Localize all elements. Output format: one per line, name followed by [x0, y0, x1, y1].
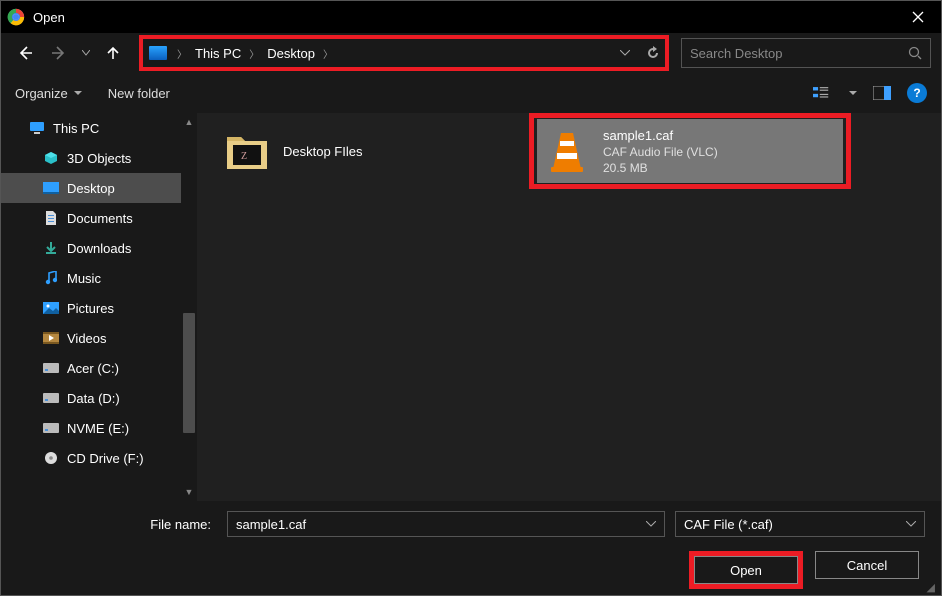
- sidebar-item-documents[interactable]: Documents: [1, 203, 197, 233]
- filename-label: File name:: [17, 517, 217, 532]
- sidebar-item-label: Documents: [67, 211, 133, 226]
- open-button[interactable]: Open: [694, 556, 798, 584]
- chevron-down-icon: [906, 521, 916, 527]
- scroll-down-icon[interactable]: ▼: [181, 483, 197, 501]
- search-input[interactable]: [690, 46, 908, 61]
- svg-text:Z: Z: [241, 151, 247, 162]
- sidebar-item-label: Music: [67, 271, 101, 286]
- sidebar-item-desktop[interactable]: Desktop: [1, 173, 197, 203]
- sidebar-item-label: Videos: [67, 331, 107, 346]
- scroll-thumb[interactable]: [183, 313, 195, 433]
- sidebar: This PC 3D Objects Desktop Documents Dow…: [1, 113, 197, 501]
- filename-input[interactable]: [236, 517, 646, 532]
- nav-row: 〉 This PC 〉 Desktop 〉: [1, 33, 941, 73]
- breadcrumb-desktop[interactable]: Desktop: [263, 42, 319, 65]
- chevron-down-icon[interactable]: [646, 521, 656, 527]
- sidebar-item-thispc[interactable]: This PC: [1, 113, 197, 143]
- app-icon: [7, 8, 25, 26]
- sidebar-item-label: Pictures: [67, 301, 114, 316]
- thispc-icon: [29, 120, 45, 136]
- toolbar: Organize New folder ?: [1, 73, 941, 113]
- organize-label: Organize: [15, 86, 68, 101]
- sidebar-item-drive-d[interactable]: Data (D:): [1, 383, 197, 413]
- footer: File name: CAF File (*.caf) Open Cancel …: [1, 501, 941, 595]
- filetype-value: CAF File (*.caf): [684, 517, 773, 532]
- sidebar-item-music[interactable]: Music: [1, 263, 197, 293]
- sidebar-item-drive-e[interactable]: NVME (E:): [1, 413, 197, 443]
- download-icon: [43, 240, 59, 256]
- address-bar[interactable]: 〉 This PC 〉 Desktop 〉: [139, 35, 669, 71]
- view-mode-icon[interactable]: [813, 82, 835, 104]
- window-title: Open: [33, 10, 895, 25]
- titlebar: Open: [1, 1, 941, 33]
- content-area: This PC 3D Objects Desktop Documents Dow…: [1, 113, 941, 501]
- file-type: CAF Audio File (VLC): [603, 145, 718, 159]
- organize-menu[interactable]: Organize: [15, 86, 82, 101]
- sidebar-item-label: Downloads: [67, 241, 131, 256]
- sidebar-item-videos[interactable]: Videos: [1, 323, 197, 353]
- file-item-folder[interactable]: Z Desktop FIles: [217, 121, 497, 181]
- search-icon[interactable]: [908, 46, 922, 60]
- pictures-icon: [43, 300, 59, 316]
- nav-up-icon[interactable]: [99, 39, 127, 67]
- folder-icon: Z: [223, 127, 271, 175]
- desktop-icon: [43, 180, 59, 196]
- drive-icon: [43, 420, 59, 436]
- close-button[interactable]: [895, 1, 941, 33]
- chevron-down-icon[interactable]: [849, 91, 857, 96]
- sidebar-item-cddrive[interactable]: CD Drive (F:): [1, 443, 197, 473]
- sidebar-item-label: Acer (C:): [67, 361, 119, 376]
- drive-icon: [43, 360, 59, 376]
- sidebar-item-label: 3D Objects: [67, 151, 131, 166]
- sidebar-scrollbar[interactable]: ▲ ▼: [181, 113, 197, 501]
- sidebar-item-drive-c[interactable]: Acer (C:): [1, 353, 197, 383]
- file-area[interactable]: Z Desktop FIles sample1.ca: [197, 113, 941, 501]
- address-dropdown-icon[interactable]: [613, 41, 637, 65]
- cancel-button[interactable]: Cancel: [815, 551, 919, 579]
- annotation-highlight: Open: [689, 551, 803, 589]
- nav-recent-dropdown-icon[interactable]: [79, 39, 93, 67]
- sidebar-item-3dobjects[interactable]: 3D Objects: [1, 143, 197, 173]
- open-dialog-window: Open 〉 This PC 〉 Desktop 〉: [0, 0, 942, 596]
- filename-combobox[interactable]: [227, 511, 665, 537]
- cube-icon: [43, 150, 59, 166]
- sidebar-item-label: CD Drive (F:): [67, 451, 144, 466]
- file-name: Desktop FIles: [283, 144, 362, 159]
- breadcrumb-thispc[interactable]: This PC: [191, 42, 245, 65]
- music-icon: [43, 270, 59, 286]
- sidebar-item-label: Data (D:): [67, 391, 120, 406]
- refresh-icon[interactable]: [641, 41, 665, 65]
- sidebar-item-pictures[interactable]: Pictures: [1, 293, 197, 323]
- chevron-right-icon: 〉: [177, 46, 187, 61]
- sidebar-item-label: NVME (E:): [67, 421, 129, 436]
- file-name: sample1.caf: [603, 128, 718, 143]
- chevron-right-icon: 〉: [249, 46, 259, 61]
- thispc-icon: [149, 46, 167, 60]
- sidebar-item-label: Desktop: [67, 181, 115, 196]
- disc-icon: [43, 450, 59, 466]
- drive-icon: [43, 390, 59, 406]
- sidebar-item-downloads[interactable]: Downloads: [1, 233, 197, 263]
- file-size: 20.5 MB: [603, 161, 718, 175]
- filetype-select[interactable]: CAF File (*.caf): [675, 511, 925, 537]
- new-folder-button[interactable]: New folder: [108, 86, 170, 101]
- nav-back-icon[interactable]: [11, 39, 39, 67]
- help-icon[interactable]: ?: [907, 83, 927, 103]
- videos-icon: [43, 330, 59, 346]
- file-item-selected[interactable]: sample1.caf CAF Audio File (VLC) 20.5 MB: [537, 119, 843, 183]
- new-folder-label: New folder: [108, 86, 170, 101]
- preview-pane-icon[interactable]: [871, 82, 893, 104]
- resize-grip-icon[interactable]: ◢: [927, 585, 937, 591]
- vlc-cone-icon: [543, 127, 591, 175]
- chevron-right-icon: 〉: [323, 46, 333, 61]
- sidebar-item-label: This PC: [53, 121, 99, 136]
- search-box[interactable]: [681, 38, 931, 68]
- document-icon: [43, 210, 59, 226]
- scroll-up-icon[interactable]: ▲: [181, 113, 197, 131]
- nav-forward-icon[interactable]: [45, 39, 73, 67]
